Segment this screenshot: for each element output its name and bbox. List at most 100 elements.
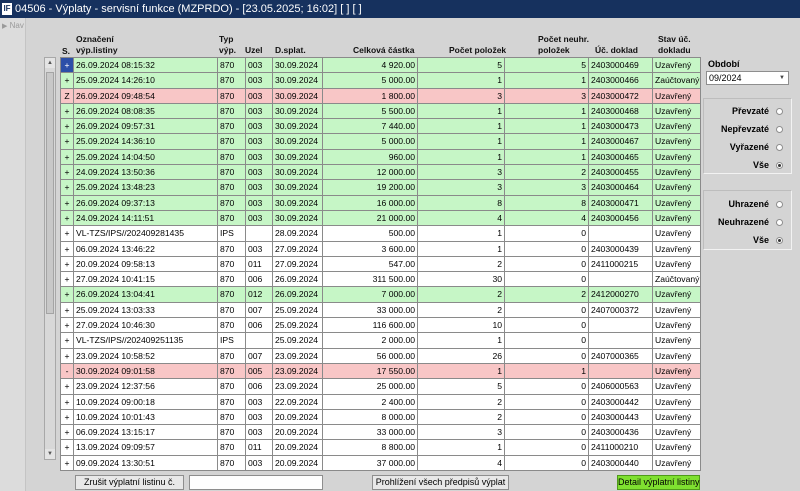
row-doc[interactable]: 2407000372 — [589, 302, 653, 319]
row-state[interactable]: Uzavřený — [653, 103, 701, 120]
row-type[interactable]: 870 — [218, 210, 246, 227]
row-name[interactable]: 26.09.2024 09:57:31 — [74, 119, 218, 135]
row-type[interactable]: 870 — [218, 165, 246, 181]
row-state[interactable]: Uzavřený — [653, 149, 701, 166]
row-name[interactable]: 25.09.2024 14:04:50 — [74, 149, 218, 166]
row-unpaid[interactable]: 0 — [505, 455, 589, 472]
row-items[interactable]: 26 — [418, 348, 505, 364]
row-due-date[interactable]: 20.09.2024 — [273, 409, 323, 426]
row-doc[interactable]: 2403000467 — [589, 134, 653, 150]
row-doc[interactable]: 2411000215 — [589, 256, 653, 273]
row-uzel[interactable]: 003 — [246, 210, 273, 227]
row-items[interactable]: 1 — [418, 149, 505, 166]
row-uzel[interactable]: 003 — [246, 134, 273, 150]
row-status[interactable]: + — [60, 318, 74, 334]
row-amount[interactable]: 5 000.00 — [323, 134, 418, 150]
chevron-down-icon[interactable]: ▼ — [777, 73, 787, 83]
table-row[interactable]: +26.09.2024 08:15:32 870 003 30.09.2024 4 92… — [60, 58, 701, 74]
row-doc[interactable]: 2403000468 — [589, 103, 653, 120]
table-row[interactable]: +06.09.2024 13:15:17 870 003 20.09.2024 33 0… — [60, 425, 701, 441]
row-items[interactable]: 8 — [418, 195, 505, 211]
row-type[interactable]: 870 — [218, 379, 246, 395]
row-doc[interactable]: 2403000442 — [589, 394, 653, 410]
row-amount[interactable]: 311 500.00 — [323, 272, 418, 288]
table-row[interactable]: +24.09.2024 14:11:51 870 003 30.09.2024 21 0… — [60, 210, 701, 227]
row-type[interactable]: 870 — [218, 103, 246, 120]
row-status[interactable]: + — [60, 379, 74, 395]
table-row[interactable]: +25.09.2024 14:04:50 870 003 30.09.2024 960.… — [60, 149, 701, 166]
row-items[interactable]: 1 — [418, 73, 505, 89]
row-due-date[interactable]: 30.09.2024 — [273, 149, 323, 166]
table-row[interactable]: + VL-TZS/IPS//202409281435 IPS 28.09.2024 50… — [60, 226, 701, 242]
row-state[interactable]: Uzavřený — [653, 195, 701, 211]
row-amount[interactable]: 5 000.00 — [323, 73, 418, 89]
row-amount[interactable]: 17 550.00 — [323, 363, 418, 380]
row-name[interactable]: 26.09.2024 08:08:35 — [74, 103, 218, 120]
row-items[interactable]: 5 — [418, 379, 505, 395]
radio-option-paid[interactable]: Uhrazené — [728, 199, 783, 209]
row-items[interactable]: 3 — [418, 425, 505, 441]
row-name[interactable]: 24.09.2024 13:50:36 — [74, 165, 218, 181]
row-doc[interactable]: 2403000455 — [589, 165, 653, 181]
row-unpaid[interactable]: 0 — [505, 241, 589, 257]
row-status[interactable]: + — [60, 119, 74, 135]
row-due-date[interactable]: 30.09.2024 — [273, 165, 323, 181]
radio-transferred[interactable] — [776, 108, 783, 115]
table-row[interactable]: +25.09.2024 13:48:23 870 003 30.09.2024 19 2… — [60, 180, 701, 196]
row-amount[interactable]: 8 800.00 — [323, 440, 418, 456]
radio-not-transferred[interactable] — [776, 126, 783, 133]
row-name[interactable]: 26.09.2024 09:48:54 — [74, 88, 218, 104]
row-type[interactable]: 870 — [218, 394, 246, 410]
row-type[interactable]: 870 — [218, 195, 246, 211]
row-type[interactable]: 870 — [218, 256, 246, 273]
row-items[interactable]: 2 — [418, 394, 505, 410]
row-items[interactable]: 3 — [418, 88, 505, 104]
row-status[interactable]: + — [60, 134, 74, 150]
row-status[interactable]: + — [60, 226, 74, 242]
row-uzel[interactable] — [246, 333, 273, 349]
row-amount[interactable]: 7 000.00 — [323, 287, 418, 303]
row-due-date[interactable]: 20.09.2024 — [273, 440, 323, 456]
row-name[interactable]: 27.09.2024 10:41:15 — [74, 272, 218, 288]
row-unpaid[interactable]: 0 — [505, 440, 589, 456]
row-state[interactable]: Uzavřený — [653, 58, 701, 74]
radio-excluded[interactable] — [776, 144, 783, 151]
row-type[interactable]: 870 — [218, 363, 246, 380]
row-unpaid[interactable]: 3 — [505, 88, 589, 104]
row-type[interactable]: IPS — [218, 333, 246, 349]
row-amount[interactable]: 8 000.00 — [323, 409, 418, 426]
row-uzel[interactable]: 003 — [246, 180, 273, 196]
row-name[interactable]: 25.09.2024 13:48:23 — [74, 180, 218, 196]
row-state[interactable]: Uzavřený — [653, 165, 701, 181]
row-name[interactable]: 25.09.2024 14:26:10 — [74, 73, 218, 89]
row-uzel[interactable]: 003 — [246, 241, 273, 257]
radio-option-unpaid[interactable]: Neuhrazené — [718, 217, 783, 227]
row-items[interactable]: 1 — [418, 333, 505, 349]
row-amount[interactable]: 12 000.00 — [323, 165, 418, 181]
row-due-date[interactable]: 27.09.2024 — [273, 256, 323, 273]
row-state[interactable]: Uzavřený — [653, 333, 701, 349]
row-doc[interactable]: 2407000365 — [589, 348, 653, 364]
row-unpaid[interactable]: 0 — [505, 333, 589, 349]
row-uzel[interactable] — [246, 226, 273, 242]
radio-option-transferred[interactable]: Převzaté — [732, 106, 783, 116]
row-items[interactable]: 1 — [418, 103, 505, 120]
row-items[interactable]: 2 — [418, 287, 505, 303]
table-row[interactable]: +24.09.2024 13:50:36 870 003 30.09.2024 12 0… — [60, 165, 701, 181]
radio-option-excluded[interactable]: Vyřazené — [730, 142, 783, 152]
row-status[interactable]: + — [60, 302, 74, 319]
row-unpaid[interactable]: 2 — [505, 287, 589, 303]
row-items[interactable]: 5 — [418, 58, 505, 74]
row-type[interactable]: 870 — [218, 318, 246, 334]
row-type[interactable]: 870 — [218, 180, 246, 196]
row-state[interactable]: Uzavřený — [653, 180, 701, 196]
row-state[interactable]: Uzavřený — [653, 379, 701, 395]
row-amount[interactable]: 547.00 — [323, 256, 418, 273]
row-state[interactable]: Uzavřený — [653, 88, 701, 104]
table-row[interactable]: +26.09.2024 08:08:35 870 003 30.09.2024 5 50… — [60, 103, 701, 120]
row-uzel[interactable]: 007 — [246, 348, 273, 364]
row-state[interactable]: Zaúčtovaný — [653, 73, 701, 89]
row-doc[interactable]: 2403000436 — [589, 425, 653, 441]
table-row[interactable]: +23.09.2024 12:37:56 870 006 23.09.2024 25 0… — [60, 379, 701, 395]
row-doc[interactable]: 2403000471 — [589, 195, 653, 211]
